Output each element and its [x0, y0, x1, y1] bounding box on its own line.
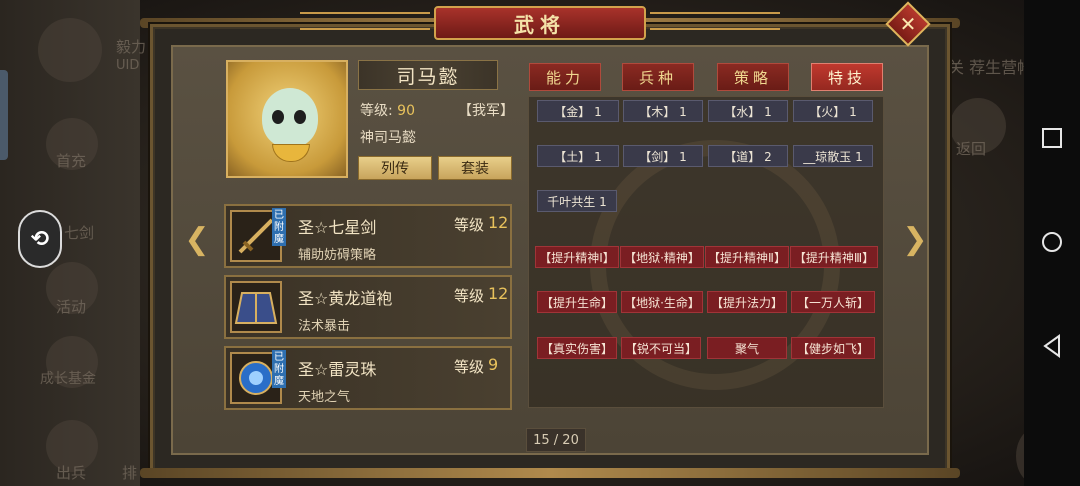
page-indicator: 15 / 20 — [526, 428, 586, 452]
enchanted-badge: 已附魔 — [272, 208, 286, 246]
skill-chip[interactable]: 【一万人斩】 — [791, 291, 875, 313]
player-avatar — [38, 18, 102, 82]
skill-chip[interactable]: 【健步如飞】 — [791, 337, 875, 359]
equipment-name: 圣☆雷灵珠 — [298, 360, 377, 379]
level-value: 90 — [397, 103, 415, 119]
skill-chip[interactable]: 【提升生命】 — [537, 291, 617, 313]
panel-bottom-trim — [140, 468, 960, 478]
equipment-level: 9 — [488, 355, 499, 374]
skill-chip[interactable]: 【地狱·生命】 — [621, 291, 703, 313]
attribute-chip[interactable]: 【金】 1 — [537, 100, 619, 122]
bg-text-uid: UID — [116, 58, 140, 73]
square-icon — [1042, 128, 1062, 148]
equipment-slot-weapon[interactable]: 已附魔 圣☆七星剑 等级 12 辅助妨碍策略 — [224, 204, 512, 268]
skill-chip[interactable]: 【真实伤害】 — [537, 337, 617, 359]
equipment-slot-accessory[interactable]: 已附魔 圣☆雷灵珠 等级 9 天地之气 — [224, 346, 512, 410]
attribute-chip[interactable]: 【道】 2 — [708, 145, 788, 167]
close-icon: ✕ — [899, 12, 917, 36]
bg-text-camp: 关 荐生营帐 — [948, 58, 1034, 77]
attribute-chip[interactable]: 【剑】 1 — [623, 145, 703, 167]
equipment-name: 圣☆七星剑 — [298, 218, 377, 237]
equipment-level-label: 等级 — [454, 287, 485, 305]
bg-text-rank: 排 — [122, 464, 138, 482]
bg-text-return: 返回 — [956, 140, 987, 158]
skill-chip[interactable]: 【提升精神Ⅲ】 — [790, 246, 878, 268]
tab-troops[interactable]: 兵种 — [622, 63, 694, 91]
bg-text-growth-fund: 成长基金 — [40, 371, 96, 387]
system-nav-bar — [1024, 0, 1080, 486]
skill-chip[interactable]: 【锐不可当】 — [621, 337, 701, 359]
general-portrait[interactable] — [226, 60, 348, 178]
level-label: 等级: — [360, 103, 393, 119]
portrait-eye-left — [272, 110, 284, 124]
general-name: 司马懿 — [358, 60, 498, 90]
title-wing-left — [300, 12, 430, 30]
back-button[interactable] — [1038, 332, 1066, 360]
equipment-name: 圣☆黄龙道袍 — [298, 289, 393, 308]
window-title: 武将 — [434, 6, 646, 40]
chevron-right-icon: ❯ — [902, 222, 928, 257]
attribute-chip[interactable]: __琼散玉 1 — [793, 145, 873, 167]
general-title: 神司马懿 — [360, 130, 416, 146]
tab-special-skills[interactable]: 特技 — [811, 63, 883, 91]
triangle-back-icon — [1043, 334, 1060, 358]
attribute-chip[interactable]: 【木】 1 — [623, 100, 703, 122]
skill-chip[interactable]: 【提升精神Ⅱ】 — [705, 246, 789, 268]
skill-chip[interactable]: 【地狱·精神】 — [620, 246, 704, 268]
enchanted-badge: 已附魔 — [272, 350, 286, 388]
title-wing-right — [650, 12, 780, 30]
bg-text-activity: 活动 — [56, 298, 87, 316]
biography-button[interactable]: 列传 — [358, 156, 432, 180]
equipment-desc: 辅助妨碍策略 — [298, 248, 377, 263]
faction-label: 【我军】 — [458, 103, 514, 119]
skill-chip[interactable]: 【提升法力】 — [707, 291, 787, 313]
gold-ingot-icon — [272, 144, 310, 162]
equipment-level: 12 — [488, 213, 509, 232]
equipment-level: 12 — [488, 284, 509, 303]
equipment-desc: 天地之气 — [298, 390, 351, 405]
circle-icon — [1042, 232, 1062, 252]
attribute-chip[interactable]: 千叶共生 1 — [537, 190, 617, 212]
general-level-row: 等级: 90 — [360, 100, 415, 120]
robe-icon — [230, 281, 282, 333]
home-button[interactable] — [1038, 228, 1066, 256]
bg-text-stamina: 毅力 — [116, 38, 147, 56]
bg-text-seven-sword: 七剑 — [64, 224, 95, 242]
attribute-chip[interactable]: 【水】 1 — [708, 100, 788, 122]
bg-text-first-charge: 首充 — [56, 152, 87, 170]
attribute-chip[interactable]: 【火】 1 — [793, 100, 873, 122]
bg-text-dispatch: 出兵 — [56, 464, 87, 482]
equipment-desc: 法术暴击 — [298, 319, 351, 334]
dragon-avatar-icon — [262, 88, 318, 148]
edge-handle[interactable] — [0, 70, 8, 160]
floating-assist-button[interactable]: ⟲ — [18, 210, 62, 268]
tab-ability[interactable]: 能力 — [529, 63, 601, 91]
tab-strategy[interactable]: 策略 — [717, 63, 789, 91]
equipment-level-label: 等级 — [454, 216, 485, 234]
skill-chip[interactable]: 【提升精神Ⅰ】 — [535, 246, 619, 268]
chevron-left-icon: ❮ — [184, 222, 210, 257]
attribute-chip[interactable]: 【土】 1 — [537, 145, 619, 167]
next-general-arrow[interactable]: ❯ — [902, 222, 928, 258]
skill-chip[interactable]: 聚气 — [707, 337, 787, 359]
equipment-slot-armor[interactable]: 圣☆黄龙道袍 等级 12 法术暴击 — [224, 275, 512, 339]
recent-apps-button[interactable] — [1038, 124, 1066, 152]
equipment-level-label: 等级 — [454, 358, 485, 376]
portrait-eye-right — [294, 110, 306, 124]
prev-general-arrow[interactable]: ❮ — [184, 222, 210, 258]
equipment-set-button[interactable]: 套装 — [438, 156, 512, 180]
game-screen: 毅力 UID 首充 七剑 活动 成长基金 出兵 排 关 荐生营帐 返回 ⟲ 武将… — [0, 0, 1080, 486]
